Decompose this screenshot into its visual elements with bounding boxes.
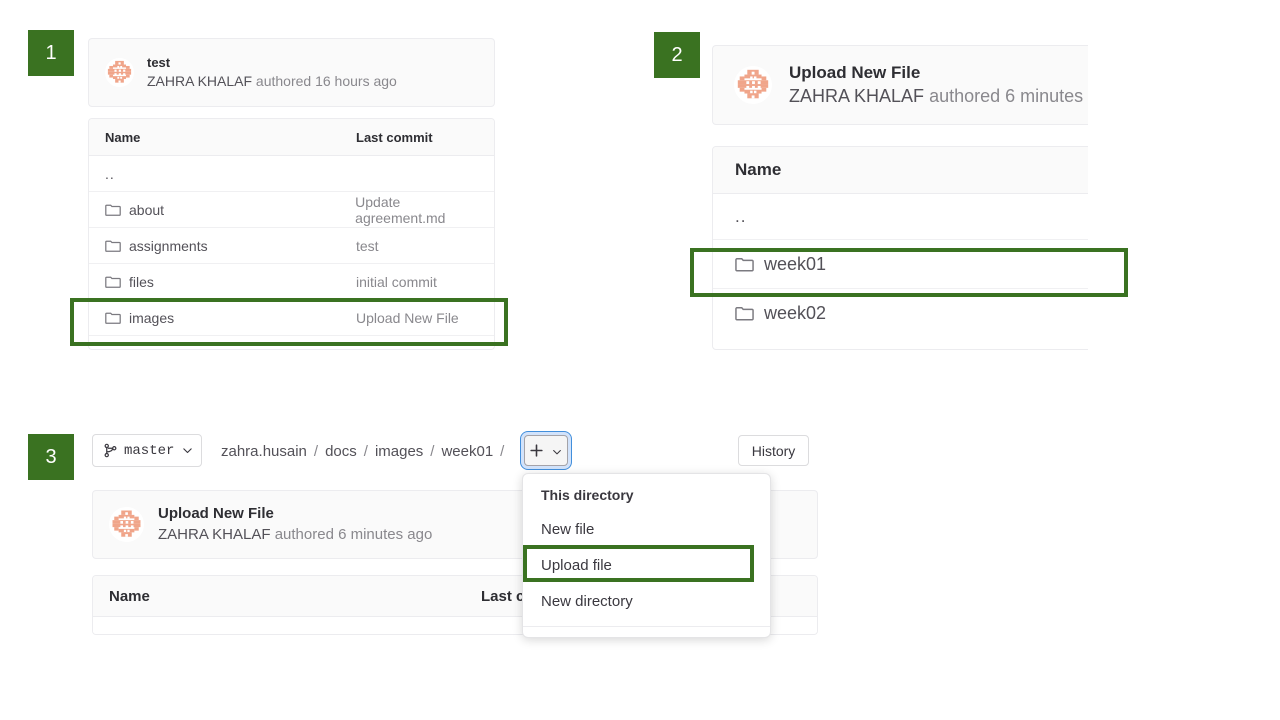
folder-icon (105, 310, 121, 326)
commit-title: Upload New File (158, 505, 274, 522)
file-name-cell[interactable]: week02 (735, 303, 826, 324)
commit-timestamp: authored 6 minutes ago (274, 526, 433, 543)
step-badge-1: 1 (28, 30, 74, 76)
file-name-cell[interactable]: about (105, 202, 355, 218)
panel-step-1: test ZAHRA KHALAF authored 16 hours ago … (88, 38, 495, 350)
file-name-label: week02 (764, 303, 827, 323)
parent-dir-link[interactable]: .. (105, 166, 356, 182)
breadcrumb-item-3[interactable]: week01 (441, 443, 493, 460)
file-table-header: Name (713, 147, 1088, 194)
breadcrumb-separator: / (313, 442, 319, 460)
identicon-avatar (109, 507, 144, 542)
commit-timestamp: authored 6 minutes ag (929, 85, 1088, 106)
identicon-avatar (734, 66, 772, 104)
file-name-cell[interactable]: files (105, 274, 356, 290)
table-row-images[interactable]: images Upload New File (89, 300, 494, 336)
commit-card: Upload New File ZAHRA KHALAF authored 6 … (712, 45, 1088, 125)
table-row[interactable]: .. (713, 194, 1088, 240)
commit-meta: ZAHRA KHALAF authored 6 minutes ag (789, 84, 1088, 109)
breadcrumb: zahra.husain / docs / images / week01 / (221, 438, 511, 464)
dropdown-item-new-file[interactable]: New file (523, 512, 770, 548)
breadcrumb-separator: / (500, 442, 505, 460)
commit-title: test (147, 55, 171, 70)
commit-meta: ZAHRA KHALAF authored 6 minutes ago (158, 524, 432, 545)
dropdown-divider (523, 626, 770, 627)
column-header-name: Name (109, 587, 150, 605)
file-name-label: about (129, 201, 165, 218)
parent-dir-link[interactable]: .. (735, 207, 746, 227)
commit-author: ZAHRA KHALAF (789, 85, 925, 106)
add-to-directory-dropdown: This directory New file Upload file New … (522, 473, 771, 638)
identicon-avatar (105, 58, 134, 87)
file-name-label: week01 (764, 253, 827, 274)
folder-icon (105, 274, 121, 290)
dropdown-item-upload-file[interactable]: Upload file (523, 548, 770, 584)
table-row[interactable]: week02 (713, 289, 1088, 338)
file-name-label: images (129, 309, 175, 326)
commit-card: test ZAHRA KHALAF authored 16 hours ago (88, 38, 495, 107)
folder-icon (105, 238, 121, 254)
breadcrumb-item-2[interactable]: images (375, 443, 423, 460)
commit-timestamp: authored 16 hours ago (255, 73, 397, 89)
breadcrumb-item-0[interactable]: zahra.husain (221, 443, 307, 460)
dropdown-item-new-directory[interactable]: New directory (523, 584, 770, 620)
table-row-empty (89, 336, 494, 349)
commit-meta: ZAHRA KHALAF authored 16 hours ago (147, 71, 397, 91)
add-to-directory-button[interactable] (524, 435, 568, 466)
breadcrumb-separator: / (430, 442, 435, 460)
chevron-down-icon (551, 445, 563, 457)
folder-icon (105, 202, 121, 218)
breadcrumb-item-1[interactable]: docs (325, 443, 357, 460)
chevron-down-icon (181, 444, 194, 457)
git-branch-icon (103, 443, 118, 458)
file-name-cell[interactable]: images (105, 310, 356, 326)
file-name-label: assignments (129, 237, 208, 254)
cell-last-commit[interactable]: test (356, 238, 379, 254)
file-tree-table: Name .. week01 week02 (712, 146, 1088, 350)
commit-title: Upload New File (789, 62, 921, 82)
breadcrumb-separator: / (363, 442, 368, 460)
branch-selector-button[interactable]: master (92, 434, 202, 467)
file-name-cell[interactable]: assignments (105, 238, 356, 254)
commit-author: ZAHRA KHALAF (158, 526, 271, 543)
column-header-name: Name (735, 160, 782, 179)
commit-author: ZAHRA KHALAF (147, 73, 253, 89)
step-badge-3: 3 (28, 434, 74, 480)
cell-last-commit[interactable]: initial commit (356, 274, 437, 290)
cell-last-commit[interactable]: Update agreement.md (355, 194, 494, 226)
column-header-last-commit: Last commit (356, 129, 433, 145)
file-name-cell[interactable]: week01 (735, 254, 826, 275)
table-row-week01[interactable]: week01 (713, 240, 1088, 289)
file-tree-table: Name Last commit .. about Update agreeme… (88, 118, 495, 350)
branch-name-label: master (124, 442, 175, 459)
file-name-label: files (129, 273, 154, 290)
table-row[interactable]: .. (89, 156, 494, 192)
table-row[interactable]: assignments test (89, 228, 494, 264)
history-button[interactable]: History (738, 435, 809, 466)
plus-icon (529, 443, 544, 458)
dropdown-section-header: This directory (541, 487, 634, 503)
folder-icon (735, 304, 754, 323)
file-table-header: Name Last commit (89, 119, 494, 156)
table-row[interactable]: files initial commit (89, 264, 494, 300)
table-row[interactable]: about Update agreement.md (89, 192, 494, 228)
history-button-label: History (751, 442, 796, 459)
folder-icon (735, 255, 754, 274)
cell-last-commit[interactable]: Upload New File (356, 310, 459, 326)
step-badge-2: 2 (654, 32, 700, 78)
panel-step-2: Upload New File ZAHRA KHALAF authored 6 … (712, 45, 1088, 350)
column-header-name: Name (105, 129, 141, 145)
